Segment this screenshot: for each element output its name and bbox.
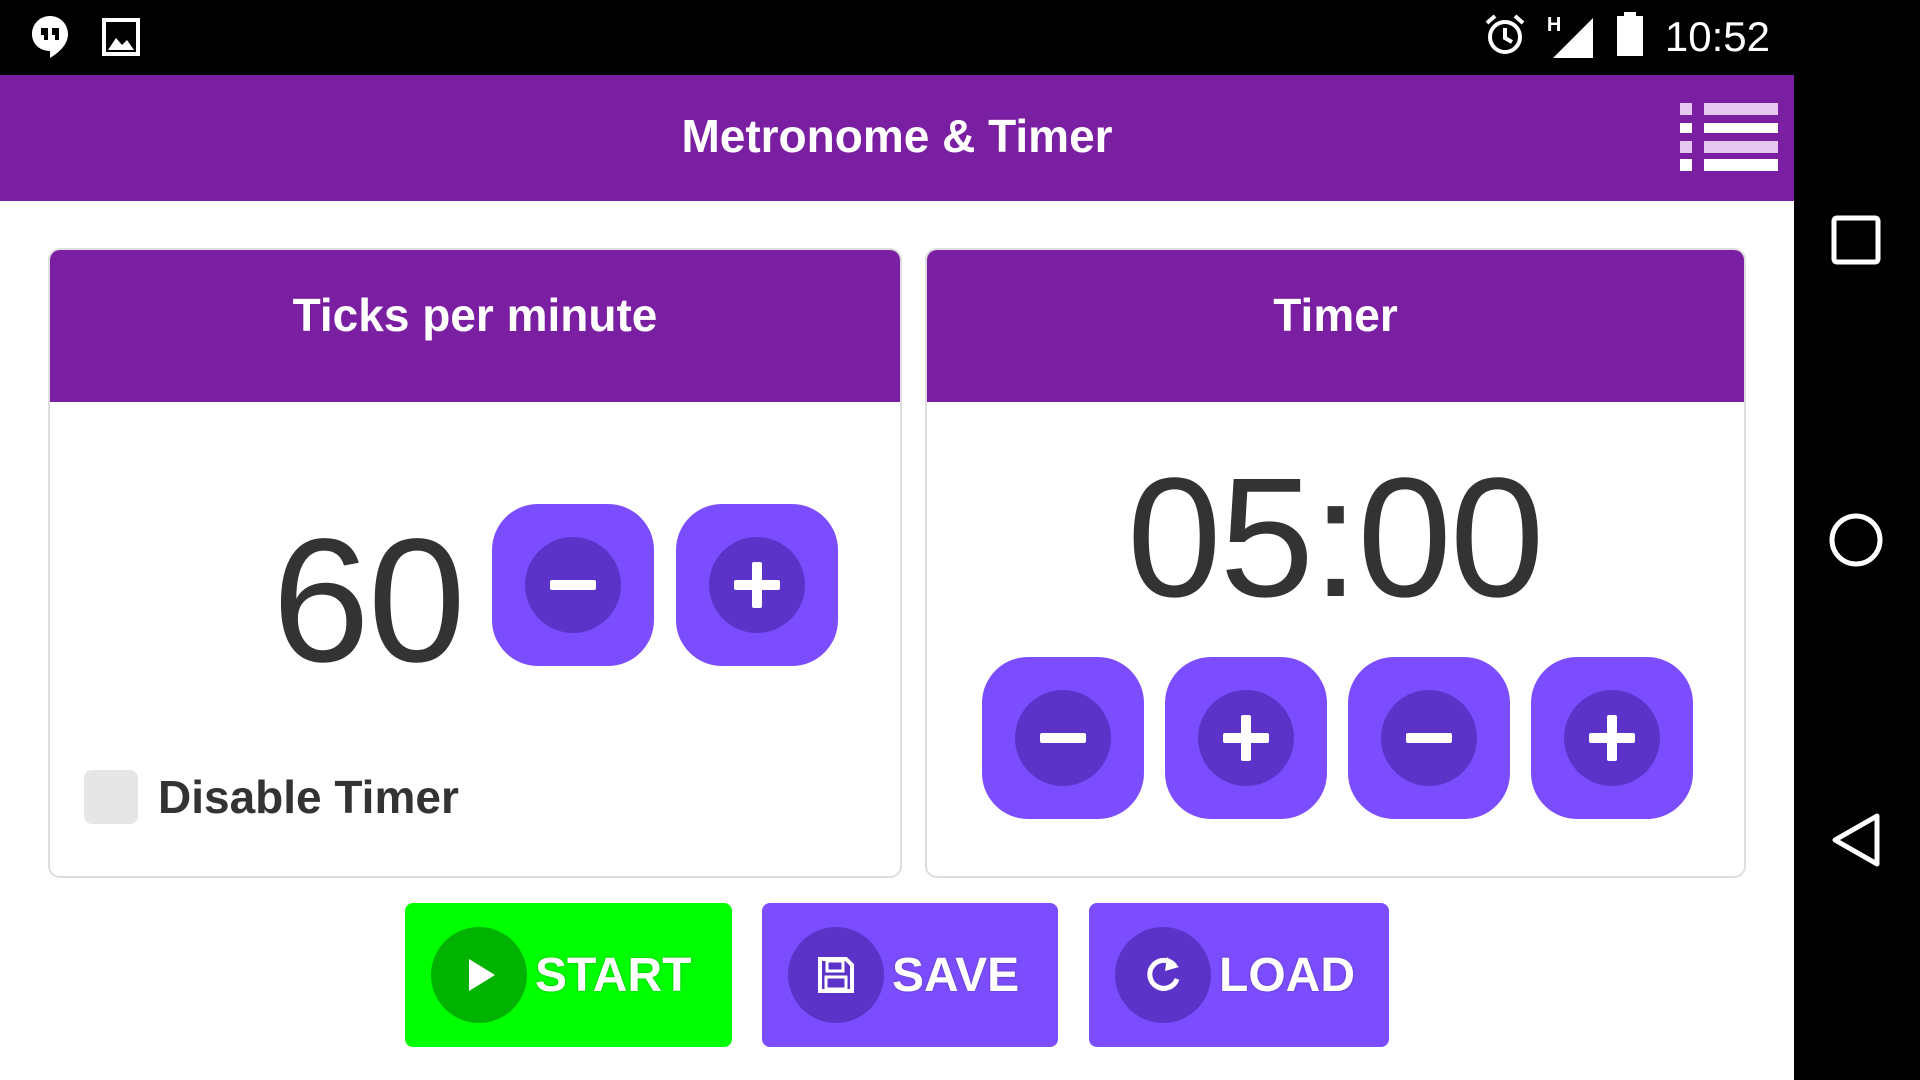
minus-icon xyxy=(1381,690,1477,786)
start-button-label: START xyxy=(535,948,692,1002)
ticks-increase-button[interactable] xyxy=(676,504,838,666)
ticks-card-header: Ticks per minute xyxy=(50,250,900,402)
status-bar: H 10:52 xyxy=(0,0,1920,75)
image-icon xyxy=(102,18,140,60)
plus-icon xyxy=(709,537,805,633)
disable-timer-label: Disable Timer xyxy=(158,771,459,823)
home-circle-icon[interactable] xyxy=(1824,508,1888,572)
timer-minutes-decrease-button[interactable] xyxy=(982,657,1144,819)
disable-timer-row[interactable]: Disable Timer xyxy=(84,770,459,824)
timer-card-header: Timer xyxy=(927,250,1744,402)
load-button[interactable]: LOAD xyxy=(1089,903,1389,1047)
ticks-decrease-button[interactable] xyxy=(492,504,654,666)
minus-icon xyxy=(1015,690,1111,786)
start-button[interactable]: START xyxy=(405,903,732,1047)
status-time: 10:52 xyxy=(1664,13,1770,60)
hangouts-icon xyxy=(30,14,70,64)
system-nav-bar xyxy=(1794,75,1920,1080)
back-triangle-icon[interactable] xyxy=(1824,808,1888,872)
signal-icon: H xyxy=(1547,14,1595,60)
timer-seconds-increase-button[interactable] xyxy=(1531,657,1693,819)
plus-icon xyxy=(1564,690,1660,786)
timer-card: Timer 05:00 xyxy=(925,248,1746,878)
alarm-icon xyxy=(1483,13,1527,61)
save-button[interactable]: SAVE xyxy=(762,903,1058,1047)
refresh-icon xyxy=(1115,927,1211,1023)
ticks-per-minute-card: Ticks per minute 60 Disable Timer xyxy=(48,248,902,878)
play-icon xyxy=(431,927,527,1023)
plus-icon xyxy=(1198,690,1294,786)
floppy-disk-icon xyxy=(788,927,884,1023)
app-bar: Metronome & Timer xyxy=(0,75,1794,201)
minus-icon xyxy=(525,537,621,633)
timer-minutes-increase-button[interactable] xyxy=(1165,657,1327,819)
recents-square-icon[interactable] xyxy=(1824,208,1888,272)
battery-icon xyxy=(1615,12,1645,62)
ticks-per-minute-value: 60 xyxy=(272,503,466,699)
disable-timer-checkbox[interactable] xyxy=(84,770,138,824)
list-menu-icon[interactable] xyxy=(1680,101,1780,173)
save-button-label: SAVE xyxy=(892,948,1020,1002)
timer-seconds-decrease-button[interactable] xyxy=(1348,657,1510,819)
app-title: Metronome & Timer xyxy=(681,110,1113,162)
timer-value: 05:00 xyxy=(1127,443,1544,633)
load-button-label: LOAD xyxy=(1219,948,1355,1002)
